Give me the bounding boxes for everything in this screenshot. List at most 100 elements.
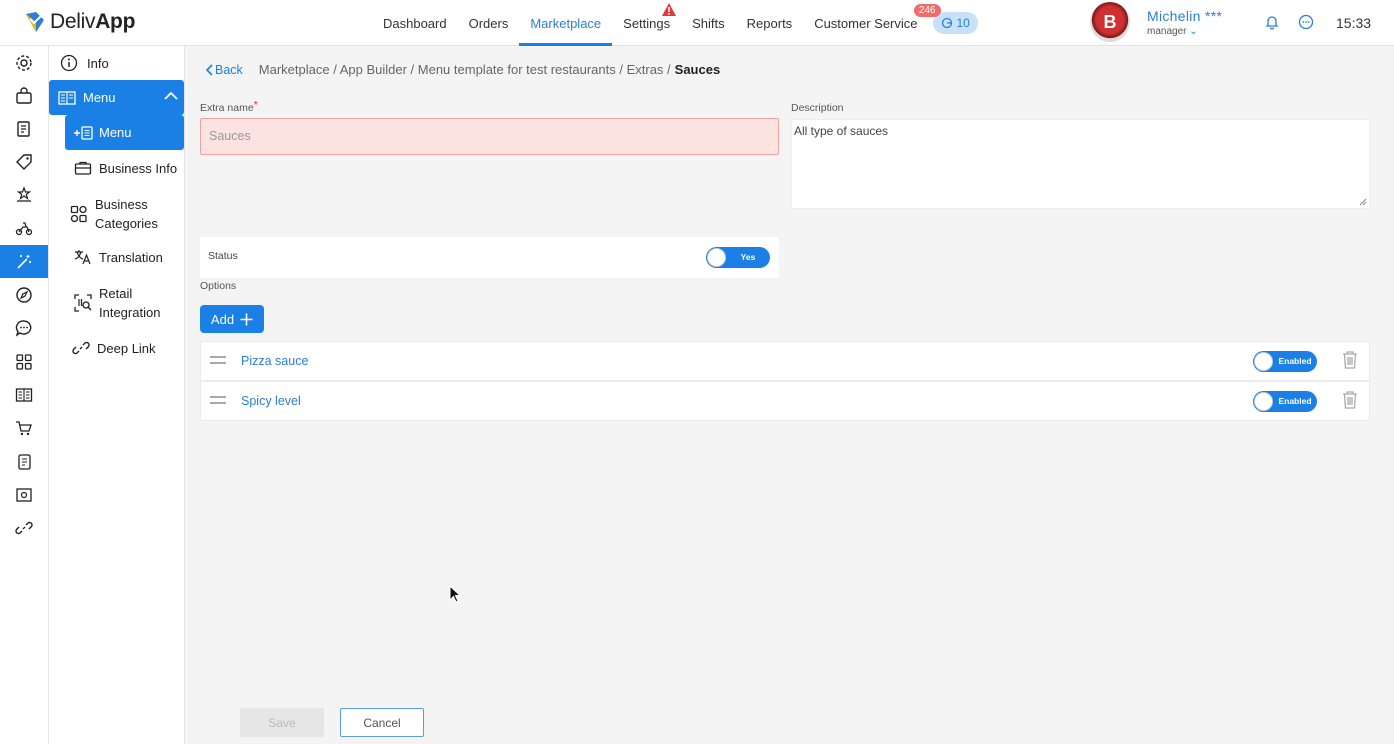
description-textarea[interactable]: All type of sauces (791, 119, 1370, 209)
avatar: B (1090, 2, 1130, 42)
sidebar-item-translation[interactable]: Translation (71, 247, 163, 267)
nav-shifts[interactable]: Shifts (681, 0, 736, 46)
receipt-icon (17, 120, 30, 137)
sidebar-item-label: Translation (99, 249, 163, 265)
queue-count: 10 (956, 16, 970, 30)
chevron-down-icon: ⌄ (1189, 25, 1198, 37)
info-icon (57, 54, 81, 72)
rail-menu[interactable] (0, 378, 48, 411)
user-role: manager ⌄ (1147, 26, 1222, 37)
nav-dashboard[interactable]: Dashboard (372, 0, 458, 46)
tag-icon (16, 153, 32, 170)
back-link[interactable]: Back (205, 63, 243, 77)
required-mark: * (253, 99, 258, 111)
queue-pill[interactable]: 10 (932, 12, 978, 34)
nav-settings[interactable]: Settings (612, 0, 681, 46)
rail-apps[interactable] (0, 345, 48, 378)
warning-icon (662, 3, 677, 16)
translate-icon (71, 249, 95, 265)
drag-handle-icon[interactable] (209, 355, 227, 365)
bag-icon (16, 86, 32, 104)
status-toggle[interactable]: Yes (706, 247, 770, 268)
nav-marketplace[interactable]: Marketplace (519, 0, 612, 46)
app-builder-sidebar: Info Menu Menu Business Info Business Cat… (49, 46, 185, 744)
description-value: All type of sauces (794, 124, 889, 138)
save-button[interactable]: Save (240, 708, 324, 737)
customer-service-badge: 246 (913, 4, 941, 17)
nav-customer-service[interactable]: Customer Service 246 (803, 0, 941, 46)
bell-icon[interactable] (1264, 14, 1280, 30)
rail-pos[interactable] (0, 478, 48, 511)
options-label: Options (200, 280, 237, 292)
rail-loyalty[interactable] (0, 178, 48, 211)
document-icon (18, 453, 31, 470)
chevron-up-icon (164, 91, 178, 100)
rail-finance[interactable] (0, 112, 48, 145)
rail-cart[interactable] (0, 411, 48, 444)
sidebar-item-retail-integration[interactable]: Retail Integration (71, 283, 160, 323)
resize-handle-icon[interactable] (1359, 198, 1367, 206)
drag-handle-icon[interactable] (209, 395, 227, 405)
icon-rail (0, 46, 49, 744)
rail-delivery[interactable] (0, 211, 48, 244)
toggle-knob (1254, 392, 1273, 411)
cart-icon (16, 420, 32, 435)
trash-icon[interactable] (1341, 350, 1359, 370)
option-row: Pizza sauce Enabled (200, 341, 1370, 381)
option-name[interactable]: Spicy level (241, 394, 301, 408)
sidebar-subitem-menu[interactable]: Menu (65, 115, 184, 150)
add-menu-icon (71, 125, 95, 141)
nav-settings-label: Settings (623, 15, 671, 31)
grid-icon (16, 353, 32, 370)
queue-icon (941, 17, 952, 29)
nav-orders[interactable]: Orders (458, 0, 520, 46)
logo-icon (26, 12, 44, 32)
message-icon (15, 319, 32, 337)
user-menu[interactable]: B Michelin *** manager ⌄ (1090, 2, 1222, 42)
plus-icon (240, 313, 253, 325)
main-content: Back Marketplace / App Builder / Menu te… (185, 46, 1394, 744)
link-icon (69, 339, 93, 357)
option-name[interactable]: Pizza sauce (241, 354, 308, 368)
nav-customer-service-label: Customer Service (814, 15, 918, 31)
magic-wand-icon (17, 254, 31, 269)
rail-promotions[interactable] (0, 145, 48, 178)
categories-icon (67, 205, 91, 223)
sidebar-item-deep-link[interactable]: Deep Link (69, 338, 156, 358)
rail-links[interactable] (0, 511, 48, 544)
cancel-button[interactable]: Cancel (340, 708, 424, 737)
add-option-button[interactable]: Add (200, 305, 264, 333)
mouse-cursor-icon (449, 585, 461, 603)
option-toggle-label: Enabled (1278, 396, 1312, 406)
option-toggle-label: Enabled (1278, 356, 1312, 366)
sidebar-item-business-info[interactable]: Business Info (71, 158, 177, 178)
rail-app-builder[interactable] (0, 245, 48, 278)
rail-settings[interactable] (0, 46, 48, 79)
logo[interactable]: DelivApp (24, 10, 135, 34)
option-enabled-toggle[interactable]: Enabled (1253, 391, 1317, 412)
option-enabled-toggle[interactable]: Enabled (1253, 351, 1317, 372)
breadcrumb: Back Marketplace / App Builder / Menu te… (205, 62, 720, 77)
sidebar-item-label: Deep Link (97, 340, 156, 356)
book-icon (15, 387, 33, 402)
avatar-letter: B (1103, 11, 1117, 32)
rail-documents[interactable] (0, 445, 48, 478)
nav-reports[interactable]: Reports (736, 0, 804, 46)
user-role-label: manager (1147, 25, 1187, 37)
star-hand-icon (16, 185, 32, 202)
briefcase-icon (71, 160, 95, 176)
extra-name-input[interactable]: Sauces (200, 118, 779, 155)
trash-icon[interactable] (1341, 390, 1359, 410)
chevron-left-icon (205, 63, 213, 76)
sidebar-item-info[interactable]: Info (57, 53, 109, 73)
breadcrumb-path[interactable]: Marketplace / App Builder / Menu templat… (259, 62, 671, 77)
register-icon (16, 487, 32, 502)
compass-icon (16, 286, 32, 303)
sidebar-item-menu[interactable]: Menu (49, 80, 184, 115)
sidebar-item-label: Business Info (99, 160, 178, 176)
sidebar-item-business-categories[interactable]: Business Categories (67, 194, 158, 234)
rail-business[interactable] (0, 79, 48, 112)
rail-messages[interactable] (0, 311, 48, 344)
chat-icon[interactable] (1298, 14, 1314, 30)
rail-explore[interactable] (0, 278, 48, 311)
